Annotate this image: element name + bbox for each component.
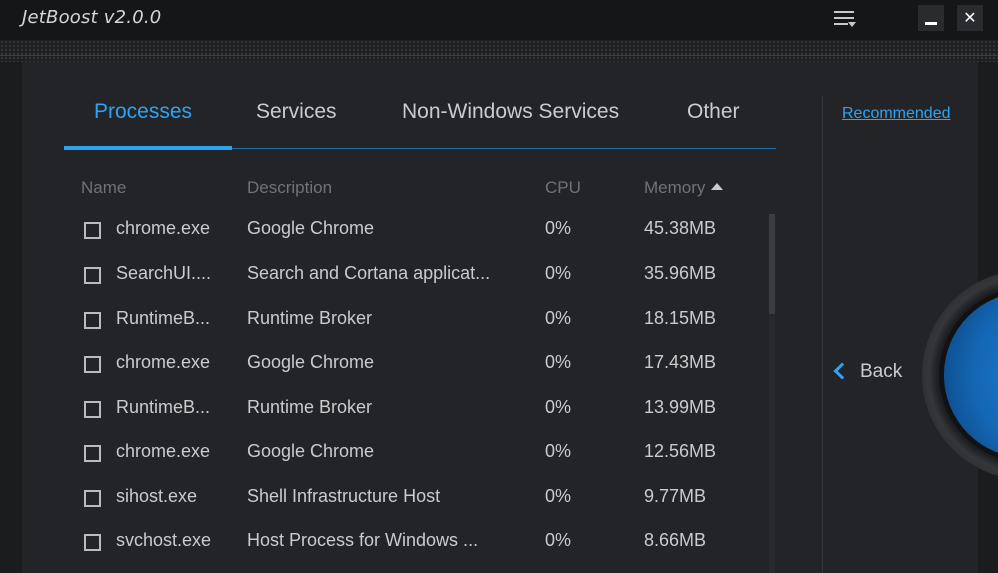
checkbox-icon[interactable]	[84, 222, 101, 239]
table-row[interactable]: svchost.exe Host Process for Windows ...…	[80, 522, 770, 566]
table-row[interactable]: chrome.exe Google Chrome 0% 45.38MB	[80, 210, 770, 254]
table-row[interactable]: RuntimeB... Runtime Broker 0% 13.99MB	[80, 389, 770, 433]
column-header-cpu[interactable]: CPU	[545, 178, 581, 198]
process-memory: 8.66MB	[644, 530, 707, 550]
sort-up-icon	[711, 183, 724, 190]
table-row[interactable]: chrome.exe Google Chrome 0% 12.56MB	[80, 433, 770, 477]
process-memory: 13.99MB	[644, 397, 717, 417]
recommended-link[interactable]: Recommended	[842, 105, 951, 123]
process-cpu: 0%	[545, 397, 572, 417]
process-description: Host Process for Windows ...	[247, 530, 479, 550]
process-name: SearchUI....	[116, 263, 212, 283]
process-memory: 18.15MB	[644, 308, 717, 328]
menu-lines-icon[interactable]	[834, 8, 858, 30]
table-row[interactable]: RuntimeB... Runtime Broker 0% 18.15MB	[80, 300, 770, 344]
process-memory: 12.56MB	[644, 441, 717, 461]
checkbox-icon[interactable]	[84, 267, 101, 284]
process-memory: 35.96MB	[644, 263, 717, 283]
column-header-memory: Memory	[644, 178, 706, 197]
process-cpu: 0%	[545, 218, 572, 238]
process-name: RuntimeB...	[116, 308, 211, 328]
checkbox-icon[interactable]	[84, 490, 101, 507]
minimize-icon	[925, 22, 937, 25]
checkbox-icon[interactable]	[84, 356, 101, 373]
column-header-memory-wrap[interactable]: Memory	[644, 178, 724, 198]
process-description: Google Chrome	[247, 352, 375, 372]
checkbox-icon[interactable]	[84, 401, 101, 418]
process-description: Runtime Broker	[247, 397, 373, 417]
process-name: chrome.exe	[116, 352, 211, 372]
process-description: Google Chrome	[247, 218, 375, 238]
checkbox-icon[interactable]	[84, 534, 101, 551]
scrollbar-thumb[interactable]	[769, 214, 775, 314]
process-memory: 9.77MB	[644, 486, 707, 506]
tab-processes[interactable]: Processes	[94, 100, 192, 124]
minimize-button[interactable]	[918, 5, 944, 31]
column-header-description[interactable]: Description	[247, 178, 332, 198]
tab-divider	[232, 148, 776, 149]
process-name: svchost.exe	[116, 530, 212, 550]
process-cpu: 0%	[545, 441, 572, 461]
process-cpu: 0%	[545, 352, 572, 372]
process-cpu: 0%	[545, 486, 572, 506]
boost-control	[922, 270, 998, 480]
close-button[interactable]: ✕	[957, 5, 983, 31]
process-cpu: 0%	[545, 308, 572, 328]
title-bar: JetBoost v2.0.0 ✕	[0, 0, 998, 40]
tab-non-windows-services[interactable]: Non-Windows Services	[402, 100, 619, 124]
process-memory: 45.38MB	[644, 218, 717, 238]
app-title: JetBoost v2.0.0	[22, 7, 162, 28]
process-name: sihost.exe	[116, 486, 198, 506]
sidebar-divider	[822, 96, 823, 573]
process-name: chrome.exe	[116, 218, 211, 238]
table-row[interactable]: chrome.exe Google Chrome 0% 17.43MB	[80, 344, 770, 388]
process-name: chrome.exe	[116, 441, 211, 461]
column-header-name[interactable]: Name	[81, 178, 126, 198]
tab-services[interactable]: Services	[256, 100, 337, 124]
table-row[interactable]: sihost.exe Shell Infrastructure Host 0% …	[80, 478, 770, 522]
process-cpu: 0%	[545, 263, 572, 283]
close-icon: ✕	[963, 8, 977, 27]
process-description: Search and Cortana applicat...	[247, 263, 491, 283]
back-label: Back	[860, 361, 903, 382]
table-row[interactable]: SearchUI.... Search and Cortana applicat…	[80, 255, 770, 299]
process-memory: 17.43MB	[644, 352, 717, 372]
decorative-pattern-band	[0, 40, 998, 62]
process-description: Runtime Broker	[247, 308, 373, 328]
checkbox-icon[interactable]	[84, 312, 101, 329]
process-description: Shell Infrastructure Host	[247, 486, 441, 506]
process-description: Google Chrome	[247, 441, 375, 461]
checkbox-icon[interactable]	[84, 445, 101, 462]
active-tab-indicator	[64, 146, 232, 150]
process-cpu: 0%	[545, 530, 572, 550]
tab-other[interactable]: Other	[687, 100, 740, 124]
process-name: RuntimeB...	[116, 397, 211, 417]
